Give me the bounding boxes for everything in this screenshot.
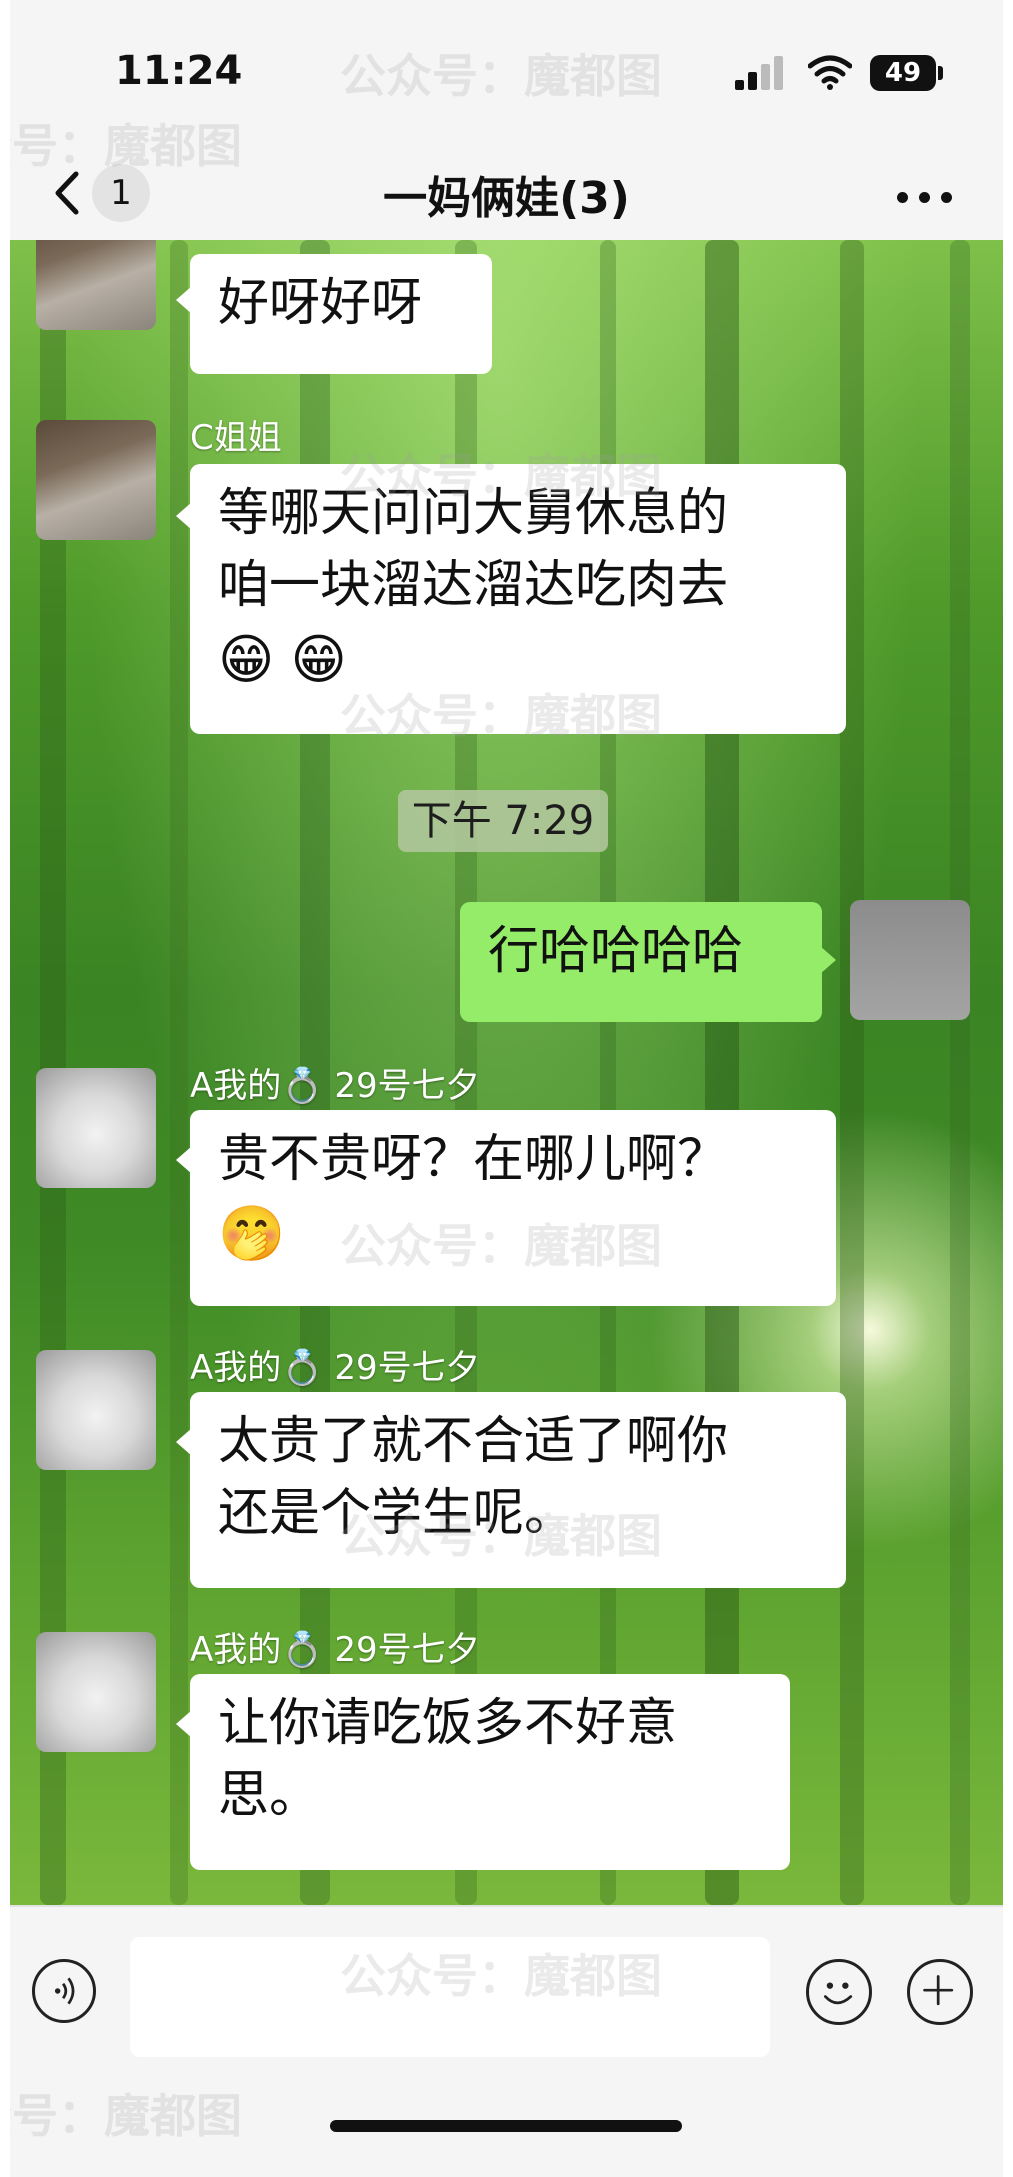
grinning-emoji-icon: 😁 [290, 628, 347, 691]
sender-name: A我的💍 29号七夕 [190, 1066, 480, 1106]
message-bubble[interactable]: 等哪天问问大舅休息的 咱一块溜达溜达吃肉去 😁 😁 [190, 464, 846, 734]
message-text: 让你请吃饭多不好意 [218, 1694, 678, 1753]
avatar[interactable] [36, 420, 156, 540]
status-bar: 11:24 49 [0, 0, 1013, 150]
avatar[interactable] [36, 1632, 156, 1752]
chat-area[interactable]: 好呀好呀 C姐姐 等哪天问问大舅休息的 咱一块溜达溜达吃肉去 😁 😁 下午 7:… [0, 240, 1013, 1905]
voice-input-icon[interactable] [32, 1959, 96, 2023]
message-input[interactable] [130, 1937, 770, 2057]
hand-over-mouth-emoji-icon: 🤭 [218, 1202, 286, 1265]
bamboo-stalk [170, 240, 188, 1905]
battery-tip [938, 66, 943, 80]
message-text: 咱一块溜达溜达吃肉去 [218, 556, 729, 615]
message-bubble[interactable]: 让你请吃饭多不好意 思。 [190, 1674, 790, 1870]
grinning-emoji-icon: 😁 [218, 628, 275, 691]
sender-name: A我的💍 29号七夕 [190, 1348, 480, 1388]
message-text: 行哈哈哈哈 [488, 922, 744, 981]
back-arrow-icon[interactable] [48, 168, 88, 218]
emoji-icon[interactable] [806, 1959, 872, 2025]
input-bar [0, 1905, 1013, 2177]
timestamp: 下午 7:29 [398, 790, 608, 852]
phone-screen: 11:24 49 一妈俩娃(3) 1 好呀好呀 C姐姐 等哪天问问大舅休息的 咱… [0, 0, 1013, 2177]
home-indicator [330, 2120, 682, 2132]
message-text: 好呀好呀 [218, 274, 423, 333]
message-bubble[interactable]: 太贵了就不合适了啊你 还是个学生呢。 [190, 1392, 846, 1588]
plus-icon[interactable] [907, 1959, 973, 2025]
message-text: 还是个学生呢。 [218, 1484, 576, 1543]
message-text: 等哪天问问大舅休息的 [218, 484, 729, 543]
chat-header: 一妈俩娃(3) 1 [0, 150, 1013, 240]
bamboo-stalk [950, 240, 970, 1905]
status-time: 11:24 [115, 48, 243, 94]
wifi-icon [808, 55, 852, 90]
message-bubble[interactable]: 贵不贵呀？在哪儿啊？ 🤭 [190, 1110, 836, 1306]
message-text: 太贵了就不合适了啊你 [218, 1412, 729, 1471]
more-options-icon[interactable] [895, 174, 955, 214]
message-text: 思。 [218, 1766, 321, 1825]
my-message-bubble[interactable]: 行哈哈哈哈 [460, 902, 822, 1022]
avatar[interactable] [36, 1068, 156, 1188]
message-text: 贵不贵呀？在哪儿啊？ [218, 1130, 729, 1189]
avatar[interactable] [36, 1350, 156, 1470]
chat-title: 一妈俩娃(3) [383, 173, 630, 224]
unread-count-badge[interactable]: 1 [92, 164, 150, 222]
sender-name: A我的💍 29号七夕 [190, 1630, 480, 1670]
avatar[interactable] [36, 240, 156, 330]
message-bubble[interactable]: 好呀好呀 [190, 254, 492, 374]
bubble-tail [820, 946, 836, 974]
my-avatar[interactable] [850, 900, 970, 1020]
sender-name: C姐姐 [190, 418, 282, 458]
cellular-signal-icon [735, 56, 787, 90]
battery-icon: 49 [870, 55, 936, 91]
